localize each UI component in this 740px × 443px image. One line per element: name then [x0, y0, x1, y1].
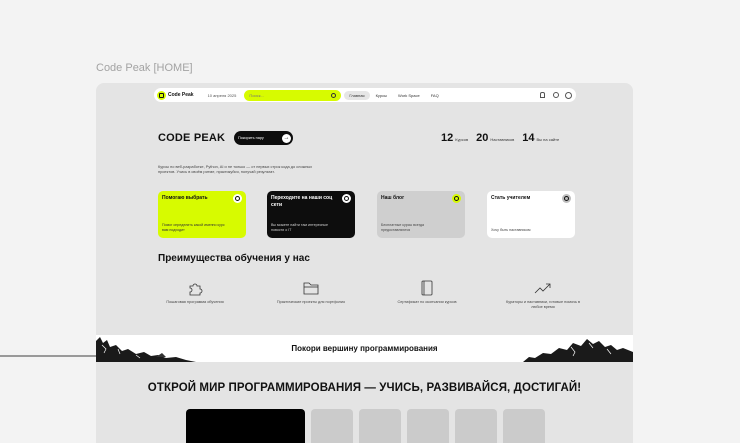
stat-label: Наставников — [490, 137, 515, 142]
search-bar[interactable] — [244, 89, 342, 101]
card-arrow-icon[interactable] — [233, 194, 242, 203]
header-date: 10 апреля 2025 — [207, 92, 237, 98]
stat-label: Вы на сайте — [536, 137, 560, 142]
stats: 12 Курсов 20 Наставников 14 Вы на сайте — [441, 132, 559, 144]
tile[interactable] — [455, 409, 497, 443]
feature-label: Практические проекты для портфолио — [276, 300, 346, 304]
card-become-teacher[interactable]: Стать учителем Хочу быть наставником — [487, 191, 575, 238]
advantages-title: Преимущества обучения у нас — [158, 253, 310, 264]
card-title: Стать учителем — [491, 195, 531, 201]
hero-title: CODE PEAK — [158, 132, 226, 144]
bottom-section: ОТКРОЙ МИР ПРОГРАММИРОВАНИЯ — УЧИСЬ, РАЗ… — [96, 362, 633, 443]
stat-number: 12 — [441, 132, 454, 144]
nav-item-courses[interactable]: Курсы — [371, 91, 392, 100]
logo-text: Code Peak — [168, 92, 194, 98]
folder-icon — [303, 282, 319, 295]
card-blog[interactable]: Наш блог Бесплатные курсы всегда предост… — [377, 191, 465, 238]
hero-cta-button[interactable]: Покорить пару → — [234, 131, 293, 145]
bottom-title: ОТКРОЙ МИР ПРОГРАММИРОВАНИЯ — УЧИСЬ, РАЗ… — [147, 382, 582, 394]
card-social[interactable]: Переходите на наши соц сети Вы можете на… — [267, 191, 355, 238]
nav-item-home[interactable]: Главная — [344, 90, 370, 100]
search-icon[interactable] — [331, 92, 337, 98]
frame-label: Code Peak [HOME] — [96, 62, 193, 74]
feature-item: Пошаговая программа обучения — [154, 280, 236, 309]
card-help-choose[interactable]: Помогаю выбрать Помог определить какой и… — [158, 191, 246, 238]
feature-label: Пошаговая программа обучения — [166, 300, 224, 304]
banner: Покори вершину программирования — [96, 335, 633, 362]
stat-mentors: 20 Наставников — [476, 132, 514, 144]
feature-label: Сертификат по окончании курсов — [397, 300, 457, 304]
nav-item-workspace[interactable]: Work Space — [393, 91, 425, 100]
stat-number: 14 — [522, 132, 535, 144]
tile[interactable] — [503, 409, 545, 443]
header-icons — [533, 92, 572, 99]
globe-icon[interactable] — [552, 92, 559, 99]
card-text: Бесплатные курсы всегда предоставляются — [381, 223, 424, 232]
tile-featured[interactable] — [186, 409, 305, 443]
feature-item: Кураторы и наставники, готовые помочь в … — [502, 280, 584, 309]
tile[interactable] — [311, 409, 353, 443]
banner-text: Покори вершину программирования — [291, 344, 438, 353]
logo-icon — [157, 90, 166, 100]
divider — [0, 355, 96, 357]
hero-cta-label: Покорить пару — [238, 136, 264, 140]
card-title: Помогаю выбрать — [162, 195, 208, 201]
puzzle-icon — [189, 283, 203, 296]
arrow-right-icon: → — [282, 133, 291, 143]
card-text: Хочу быть наставником — [491, 227, 531, 232]
user-icon[interactable] — [565, 92, 572, 99]
stat-number: 20 — [476, 132, 489, 144]
main-nav: Главная Курсы Work Space FAQ — [344, 90, 444, 100]
logo[interactable]: Code Peak — [157, 90, 194, 100]
card-arrow-icon[interactable] — [452, 194, 461, 203]
card-text: Помог определить какой именно курс вам п… — [162, 223, 225, 232]
top-header: Code Peak 10 апреля 2025 Главная Курсы W… — [154, 88, 576, 102]
advantages-list: Пошаговая программа обучения Практически… — [154, 280, 584, 309]
bell-icon[interactable] — [539, 92, 546, 99]
tile[interactable] — [359, 409, 401, 443]
tiles-row — [186, 409, 551, 443]
nav-item-faq[interactable]: FAQ — [426, 91, 444, 100]
card-text: Вы можете найти там интересные новости о… — [271, 223, 328, 232]
stat-courses: 12 Курсов — [441, 132, 468, 144]
tile[interactable] — [407, 409, 449, 443]
search-input[interactable] — [249, 92, 320, 98]
card-arrow-icon[interactable] — [562, 194, 571, 203]
feature-item: Сертификат по окончании курсов — [386, 280, 468, 309]
stat-online: 14 Вы на сайте — [522, 132, 559, 144]
feature-item: Практические проекты для портфолио — [270, 280, 352, 309]
trend-up-icon — [534, 283, 551, 294]
card-arrow-icon[interactable] — [342, 194, 351, 203]
book-icon — [421, 280, 433, 296]
card-title: Переходите на наши соц сети — [271, 195, 333, 208]
hero-description: Курсы по веб-разработке, Python, AI и не… — [158, 164, 313, 174]
feature-label: Кураторы и наставники, готовые помочь в … — [505, 300, 580, 309]
card-title: Наш блог — [381, 195, 405, 201]
page-frame: Code Peak 10 апреля 2025 Главная Курсы W… — [96, 83, 633, 443]
stat-label: Курсов — [455, 137, 469, 142]
